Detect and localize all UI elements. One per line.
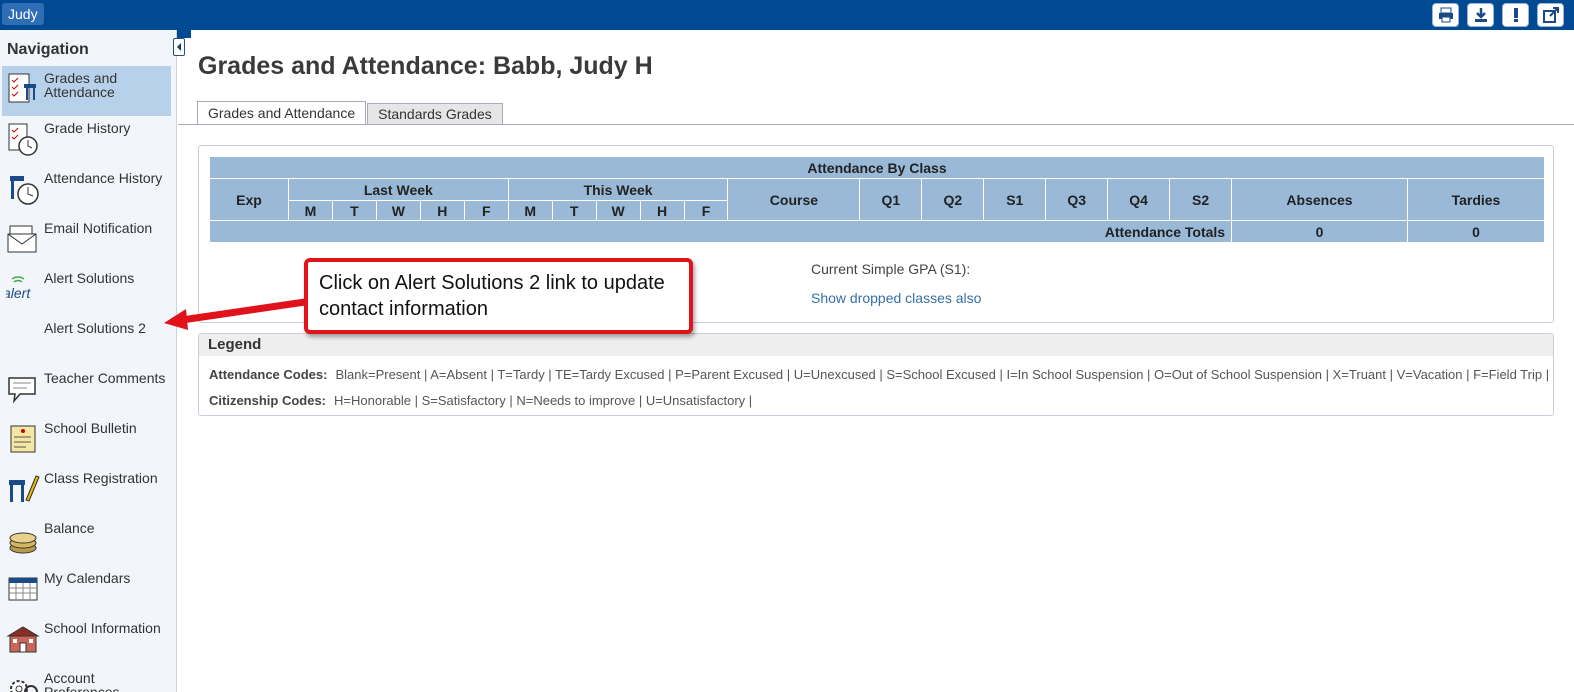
table-caption: Attendance By Class — [209, 156, 1545, 179]
sidebar-item-label: Alert Solutions 2 — [44, 320, 146, 336]
sidebar-item-alert-solutions-2[interactable]: Alert Solutions 2 — [2, 316, 171, 366]
legend-panel: Legend Attendance Codes: Blank=Present | … — [198, 333, 1554, 416]
bulletin-icon — [10, 425, 36, 453]
day-header: H — [419, 200, 465, 221]
sidebar-item-email-notification[interactable]: Email Notification — [2, 216, 171, 266]
day-header: W — [375, 200, 421, 221]
citizenship-codes-label: Citizenship Codes: — [209, 393, 327, 408]
attendance-codes-label: Attendance Codes: — [209, 367, 328, 382]
external-link-icon[interactable] — [1537, 3, 1564, 27]
attendance-table: Attendance By Class Exp Last Week This W… — [208, 156, 1546, 243]
callout-text: Click on Alert Solutions 2 link to updat… — [319, 272, 665, 320]
sidebar-item-label: My Calendars — [44, 570, 131, 586]
day-header: M — [507, 200, 553, 221]
day-header: T — [331, 200, 377, 221]
download-icon[interactable] — [1467, 3, 1494, 27]
top-toolbar — [1432, 3, 1564, 27]
sidebar-item-attendance-history[interactable]: Attendance History — [2, 166, 171, 216]
sidebar-item-label: School Bulletin — [44, 420, 137, 436]
preferences-icon — [10, 680, 38, 692]
day-header: F — [683, 200, 729, 221]
attendance-history-icon — [10, 176, 39, 205]
user-badge[interactable]: Judy — [2, 3, 44, 25]
sidebar-item-label: Teacher Comments — [44, 370, 166, 386]
navigation-sidebar: Navigation Grades and Attendance Grade H… — [0, 30, 177, 692]
comment-icon — [8, 377, 36, 404]
sidebar-item-school-bulletin[interactable]: School Bulletin — [2, 416, 171, 466]
navigation-title: Navigation — [7, 41, 89, 58]
printer-icon[interactable] — [1432, 3, 1459, 27]
sidebar-item-school-information[interactable]: School Information — [2, 616, 171, 666]
email-icon — [7, 225, 37, 253]
column-header-q3: Q3 — [1045, 178, 1109, 221]
day-header: H — [639, 200, 685, 221]
main-content: Grades and Attendance: Babb, Judy H Grad… — [178, 30, 1574, 692]
grades-icon — [8, 73, 36, 103]
totals-label: Attendance Totals — [208, 220, 1233, 243]
legend-title: Legend — [199, 334, 1553, 356]
sidebar-item-teacher-comments[interactable]: Teacher Comments — [2, 366, 171, 416]
sidebar-item-label: Email Notification — [44, 220, 153, 236]
sidebar-item-balance[interactable]: Balance — [2, 516, 171, 566]
school-icon — [6, 626, 40, 653]
sidebar-item-label: Grades and Attendance — [44, 70, 118, 100]
alert-icon[interactable] — [1502, 3, 1529, 27]
column-header-s2: S2 — [1169, 178, 1233, 221]
sidebar-item-label: Balance — [44, 520, 95, 536]
sidebar-item-class-registration[interactable]: Class Registration — [2, 466, 171, 516]
attendance-codes-row: Attendance Codes: Blank=Present | A=Absen… — [209, 367, 1549, 382]
sidebar-item-label: Grade History — [44, 120, 131, 136]
column-header-absences: Absences — [1231, 178, 1408, 221]
day-header: F — [463, 200, 509, 221]
attendance-codes-text: Blank=Present | A=Absent | T=Tardy | TE=… — [335, 367, 1550, 382]
citizenship-codes-row: Citizenship Codes: H=Honorable | S=Satisf… — [209, 393, 752, 408]
column-header-s1: S1 — [983, 178, 1047, 221]
column-header-course: Course — [727, 178, 861, 221]
column-header-tardies: Tardies — [1406, 178, 1546, 221]
day-header: M — [287, 200, 333, 221]
top-bar: Judy — [0, 0, 1574, 30]
callout-arrow — [164, 298, 306, 330]
tab-divider — [178, 124, 1574, 125]
column-header-exp: Exp — [209, 178, 289, 221]
tab-bar: Grades and Attendance Standards Grades — [197, 101, 504, 125]
annotation-callout: Click on Alert Solutions 2 link to updat… — [304, 258, 693, 334]
sidebar-item-label: School Information — [44, 620, 161, 636]
sidebar-item-label: Alert Solutions — [44, 270, 135, 286]
gpa-label: Current Simple GPA (S1): — [811, 261, 971, 277]
sidebar-item-alert-solutions[interactable]: alert Alert Solutions — [2, 266, 171, 316]
column-header-q2: Q2 — [921, 178, 985, 221]
citizenship-codes-text: H=Honorable | S=Satisfactory | N=Needs t… — [334, 393, 753, 408]
sidebar-item-label: Account Preferences — [44, 670, 120, 692]
sidebar-item-label: Attendance History — [44, 170, 163, 186]
absences-total: 0 — [1231, 220, 1408, 243]
grade-history-icon — [8, 123, 38, 156]
sidebar-item-label: Class Registration — [44, 470, 158, 486]
tardies-total: 0 — [1406, 220, 1546, 243]
column-header-last-week: Last Week — [287, 178, 509, 201]
tab-grades-and-attendance[interactable]: Grades and Attendance — [197, 101, 367, 125]
column-header-this-week: This Week — [507, 178, 729, 201]
column-header-q4: Q4 — [1107, 178, 1171, 221]
day-header: T — [551, 200, 597, 221]
alert-logo-icon: alert — [6, 276, 31, 301]
calendar-icon — [8, 577, 38, 601]
day-header: W — [595, 200, 641, 221]
sidebar-item-my-calendars[interactable]: My Calendars — [2, 566, 171, 616]
tab-standards-grades[interactable]: Standards Grades — [367, 103, 503, 125]
coins-icon — [9, 532, 37, 554]
sidebar-item-grade-history[interactable]: Grade History — [2, 116, 171, 166]
page-title: Grades and Attendance: Babb, Judy H — [198, 52, 653, 80]
column-header-q1: Q1 — [859, 178, 923, 221]
sidebar-item-account-preferences[interactable]: Account Preferences — [2, 666, 171, 692]
sidebar-item-grades-and-attendance[interactable]: Grades and Attendance — [2, 66, 171, 116]
show-dropped-classes-link[interactable]: Show dropped classes also — [811, 290, 981, 306]
registration-icon — [9, 475, 40, 502]
svg-text:alert: alert — [6, 285, 31, 301]
